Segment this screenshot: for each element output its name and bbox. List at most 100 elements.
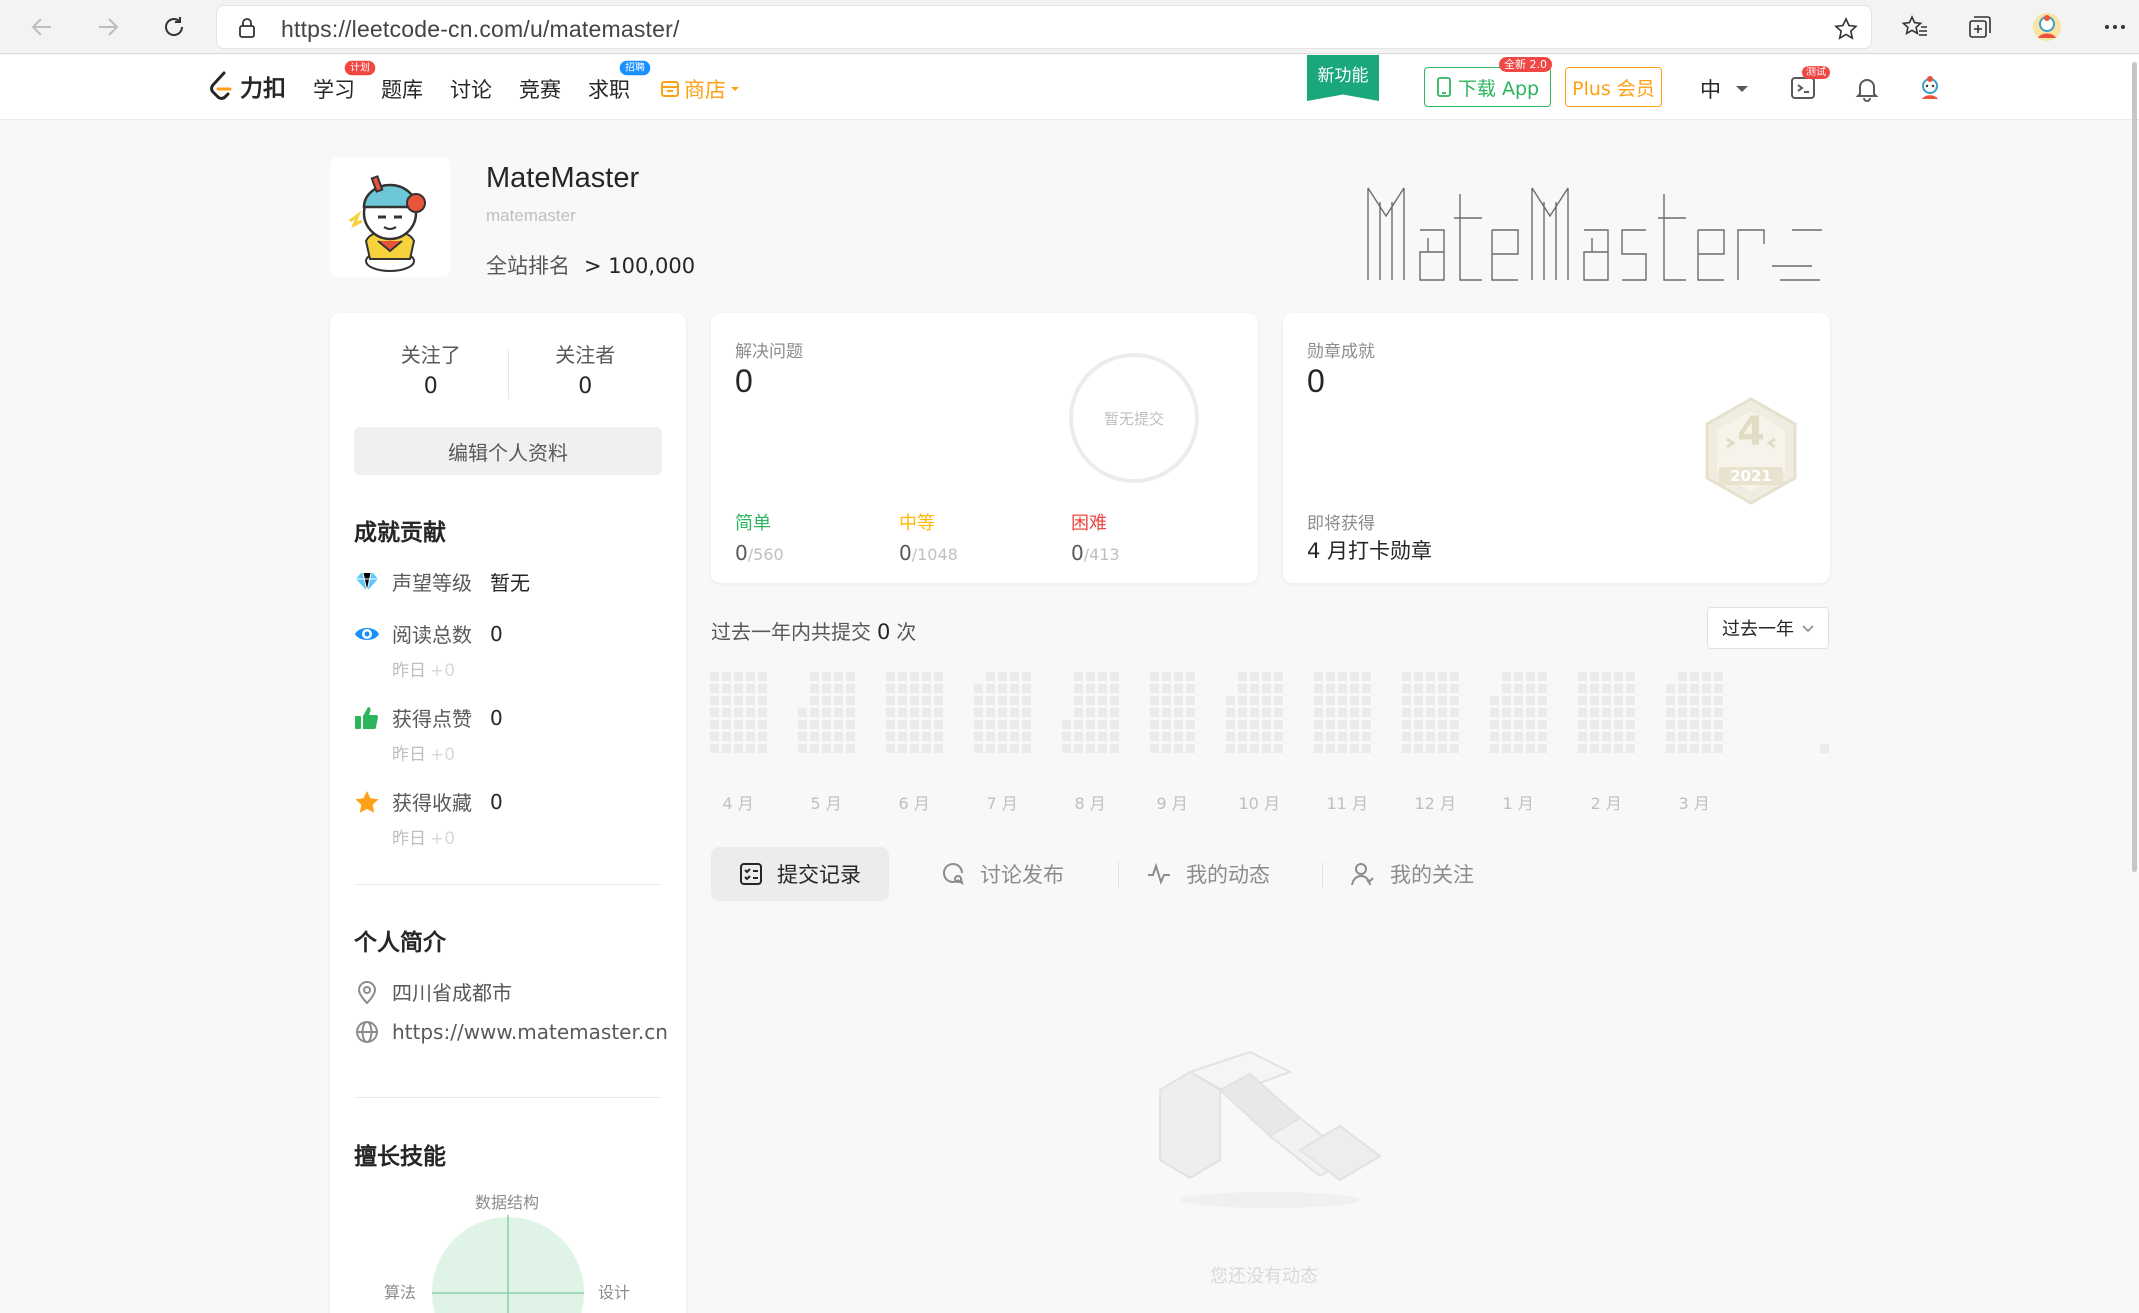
heatmap-cell[interactable] [1690,732,1699,741]
heatmap-cell[interactable] [1022,672,1031,681]
heatmap-cell[interactable] [1226,720,1235,729]
nav-study[interactable]: 学习 计划 [313,60,376,104]
heatmap-cell[interactable] [998,696,1007,705]
heatmap-cell[interactable] [822,708,831,717]
heatmap-cell[interactable] [1490,696,1499,705]
heatmap-cell[interactable] [922,744,931,753]
heatmap-cell[interactable] [1414,720,1423,729]
heatmap-cell[interactable] [1578,708,1587,717]
heatmap-cell[interactable] [1502,720,1511,729]
heatmap-cell[interactable] [1666,708,1675,717]
heatmap-cell[interactable] [910,708,919,717]
heatmap-cell[interactable] [974,720,983,729]
heatmap-cell[interactable] [1086,684,1095,693]
heatmap-cell[interactable] [1262,672,1271,681]
heatmap-cell[interactable] [898,732,907,741]
heatmap-cell[interactable] [798,708,807,717]
heatmap-cell[interactable] [822,732,831,741]
heatmap-cell[interactable] [1678,732,1687,741]
heatmap-cell[interactable] [1578,744,1587,753]
heatmap-cell[interactable] [898,708,907,717]
heatmap-cell[interactable] [1402,708,1411,717]
heatmap-cell[interactable] [1414,708,1423,717]
heatmap-cell[interactable] [1174,744,1183,753]
heatmap-cell[interactable] [722,684,731,693]
nav-store[interactable]: 商店 [660,74,740,104]
heatmap-cell[interactable] [1110,732,1119,741]
reload-button[interactable] [156,9,192,45]
heatmap-cell[interactable] [1602,720,1611,729]
nav-problems[interactable]: 题库 [381,74,423,104]
heatmap-cell[interactable] [986,696,995,705]
heatmap-cell[interactable] [1150,708,1159,717]
heatmap-cell[interactable] [1110,708,1119,717]
add-favorite-icon[interactable] [1833,16,1859,42]
heatmap-cell[interactable] [1074,744,1083,753]
heatmap-cell[interactable] [886,696,895,705]
heatmap-cell[interactable] [1162,672,1171,681]
heatmap-cell[interactable] [1526,720,1535,729]
heatmap-cell[interactable] [1514,696,1523,705]
heatmap-cell[interactable] [998,684,1007,693]
heatmap-cell[interactable] [1010,732,1019,741]
heatmap-cell[interactable] [1186,696,1195,705]
new-feature-ribbon[interactable]: 新功能 [1307,55,1379,101]
heatmap-cell[interactable] [1174,672,1183,681]
upcoming-badge[interactable]: 4 2021 [1703,397,1799,509]
heatmap-cell[interactable] [1450,696,1459,705]
collections-button[interactable] [1963,10,1997,44]
heatmap-cell[interactable] [1402,744,1411,753]
browser-menu-button[interactable] [2098,10,2132,44]
heatmap-cell[interactable] [1238,696,1247,705]
heatmap-cell[interactable] [1098,672,1107,681]
heatmap-cell[interactable] [998,744,1007,753]
heatmap-cell[interactable] [1614,672,1623,681]
heatmap-cell[interactable] [746,720,755,729]
heatmap-cell[interactable] [1250,696,1259,705]
heatmap-cell[interactable] [722,732,731,741]
heatmap-cell[interactable] [910,684,919,693]
heatmap-cell[interactable] [1074,708,1083,717]
heatmap-cell[interactable] [1578,684,1587,693]
heatmap-cell[interactable] [1362,732,1371,741]
heatmap-cell[interactable] [758,708,767,717]
heatmap-cell[interactable] [1490,708,1499,717]
heatmap-cell[interactable] [1150,744,1159,753]
heatmap-cell[interactable] [1714,696,1723,705]
heatmap-cell[interactable] [758,696,767,705]
plus-membership-button[interactable]: Plus 会员 [1565,67,1662,107]
heatmap-cell[interactable] [1538,672,1547,681]
heatmap-cell[interactable] [1438,708,1447,717]
heatmap-cell[interactable] [1702,744,1711,753]
heatmap-cell[interactable] [734,672,743,681]
heatmap-cell[interactable] [1514,720,1523,729]
heatmap-cell[interactable] [1098,684,1107,693]
heatmap-cell[interactable] [1678,672,1687,681]
heatmap-cell[interactable] [746,684,755,693]
heatmap-cell[interactable] [1450,708,1459,717]
heatmap-cell[interactable] [1338,720,1347,729]
heatmap-cell[interactable] [734,732,743,741]
heatmap-cell[interactable] [1186,708,1195,717]
heatmap-cell[interactable] [734,708,743,717]
heatmap-cell[interactable] [846,684,855,693]
heatmap-cell[interactable] [1162,684,1171,693]
heatmap-cell[interactable] [1326,672,1335,681]
heatmap-cell[interactable] [1162,732,1171,741]
heatmap-cell[interactable] [1614,708,1623,717]
heatmap-cell[interactable] [1426,708,1435,717]
heatmap-cell[interactable] [758,744,767,753]
heatmap-cell[interactable] [810,744,819,753]
heatmap-cell[interactable] [1450,684,1459,693]
heatmap-cell[interactable] [1110,696,1119,705]
heatmap-cell[interactable] [1490,732,1499,741]
heatmap-cell[interactable] [1350,732,1359,741]
heatmap-cell[interactable] [1314,684,1323,693]
language-switcher[interactable]: 中 [1700,74,1749,104]
heatmap-cell[interactable] [1362,744,1371,753]
heatmap-cell[interactable] [1010,708,1019,717]
heatmap-cell[interactable] [798,720,807,729]
heatmap-cell[interactable] [1226,696,1235,705]
heatmap-cell[interactable] [1502,732,1511,741]
heatmap-cell[interactable] [1590,672,1599,681]
